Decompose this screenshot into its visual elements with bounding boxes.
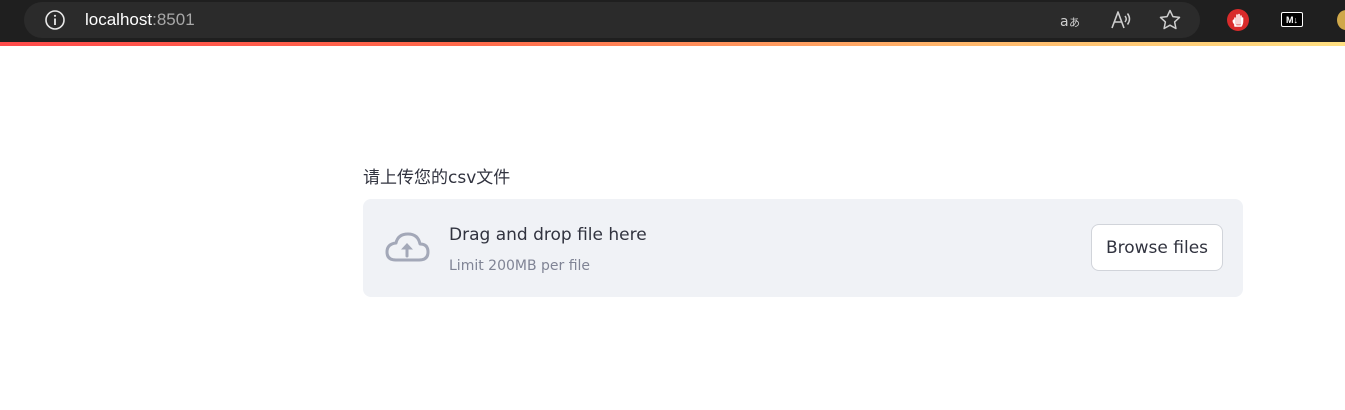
url-port: :8501 [152,10,195,29]
svg-text:あ: あ [1069,16,1080,29]
hand-glyph-icon [1232,13,1244,27]
star-icon[interactable] [1158,8,1182,32]
markdown-label: M↓ [1286,14,1298,25]
cloud-upload-icon [385,232,430,262]
markdown-icon[interactable]: M↓ [1281,12,1303,27]
url-text[interactable]: localhost:8501 [85,9,195,31]
url-host: localhost [85,10,153,29]
accent-line [0,42,1345,46]
svg-text:a: a [1060,14,1069,30]
drop-title: Drag and drop file here [449,225,647,245]
address-bar[interactable] [24,2,1200,38]
file-size-limit: Limit 200MB per file [449,258,591,274]
translate-icon[interactable]: a あ [1059,8,1083,32]
info-icon[interactable] [44,9,66,31]
read-aloud-icon[interactable] [1109,8,1133,32]
browser-toolbar: localhost:8501 a あ M↓ [0,0,1345,42]
browse-files-button[interactable]: Browse files [1091,224,1223,271]
stop-hand-icon[interactable] [1227,9,1249,31]
file-dropzone[interactable]: Drag and drop file here Limit 200MB per … [363,199,1243,297]
extension-icon[interactable] [1337,10,1345,30]
upload-label: 请上传您的csv文件 [363,168,511,188]
